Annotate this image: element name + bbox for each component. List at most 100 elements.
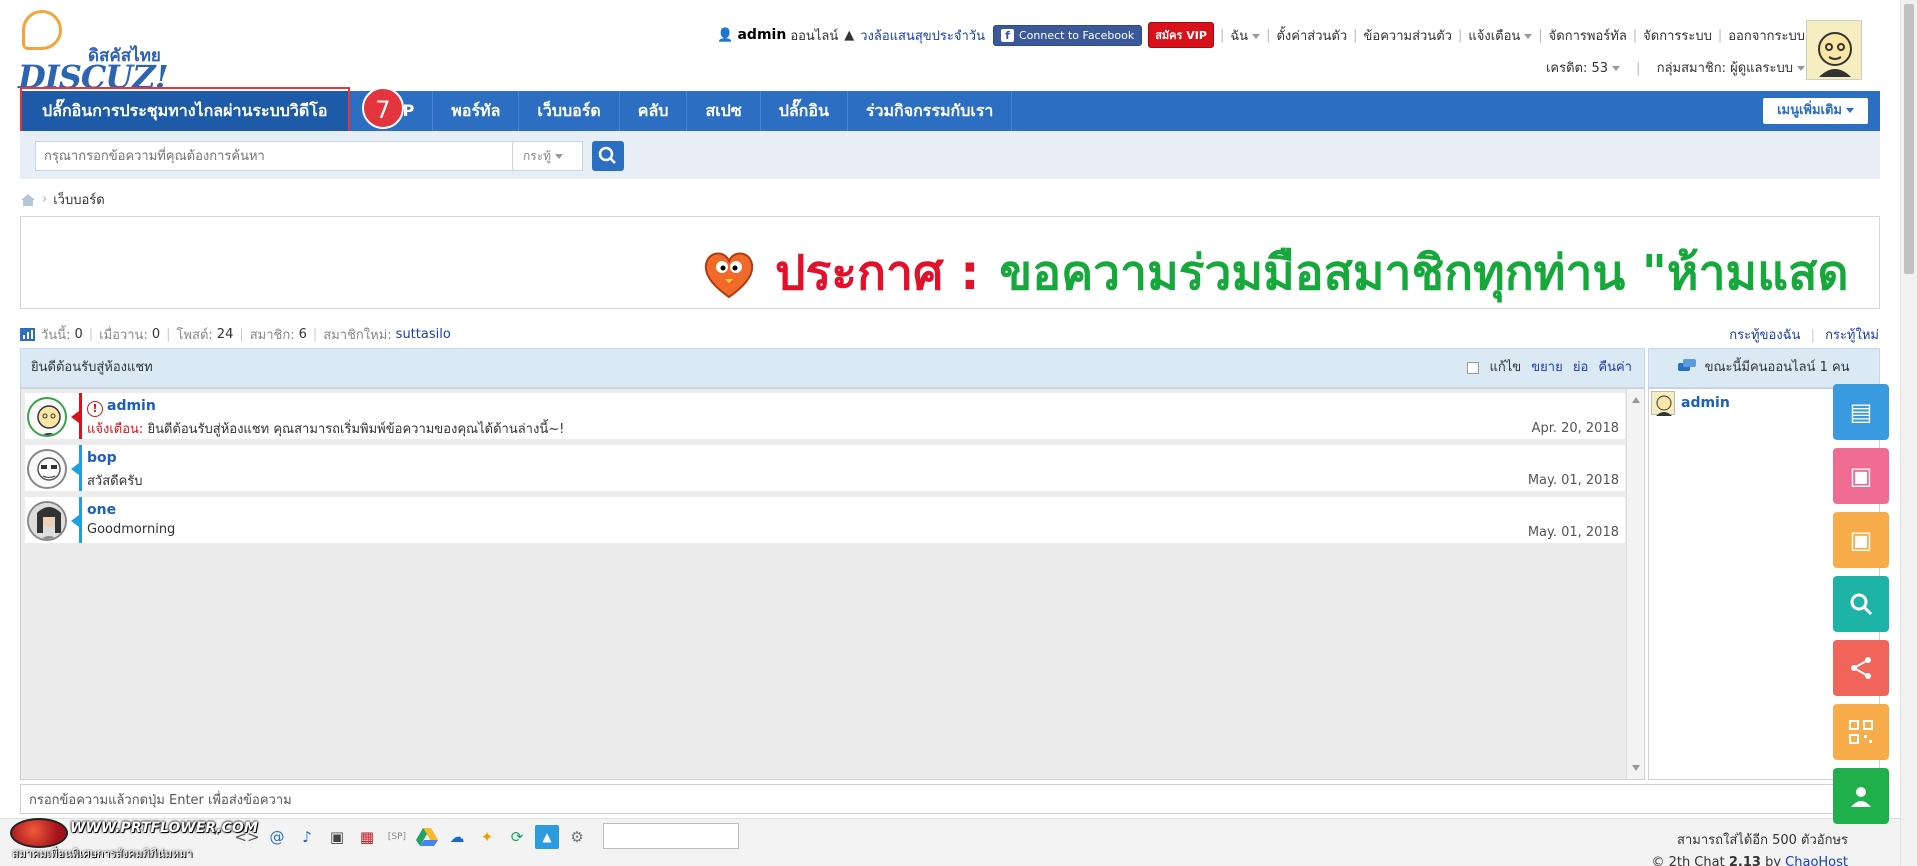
message-author[interactable]: admin: [107, 398, 156, 414]
share-button[interactable]: [1833, 640, 1889, 696]
vip-signup-button[interactable]: สมัคร VIP: [1148, 22, 1214, 48]
search-float-button[interactable]: [1833, 576, 1889, 632]
user-subbar: เครดิต: 53 | กลุ่มสมาชิก: ผู้ดูแลระบบ: [1546, 57, 1805, 78]
mention-icon[interactable]: @: [265, 825, 289, 849]
toolbar-icons: “ <> @ ♪ ▣ ▦ [SP] ☁ ✦ ⟳ ▲ ⚙: [205, 825, 589, 849]
search-icon: [598, 146, 616, 164]
refresh-icon[interactable]: ⟳: [505, 825, 529, 849]
menu-logout[interactable]: ออกจากระบบ: [1728, 25, 1805, 46]
stat-today: 0: [74, 327, 83, 342]
breadcrumb: › เว็บบอร์ด: [20, 189, 105, 210]
chat-message: one Goodmorning May. 01, 2018: [25, 497, 1625, 543]
stat-yesterday-label: เมื่อวาน:: [99, 328, 148, 343]
menu-settings[interactable]: ตั้งค่าส่วนตัว: [1276, 25, 1347, 46]
sp-icon[interactable]: [SP]: [385, 825, 409, 849]
expand-button[interactable]: ขยาย: [1531, 360, 1562, 375]
tv-button-orange[interactable]: ▣: [1833, 512, 1889, 568]
user-icon: 👤: [717, 27, 734, 43]
search-scope-select[interactable]: กระทู้: [512, 142, 582, 170]
menu-notifications[interactable]: แจ้งเตือน: [1468, 25, 1533, 46]
tv-icon: ▣: [1849, 462, 1873, 490]
onedrive-icon[interactable]: ☁: [445, 825, 469, 849]
toolbar-input[interactable]: [603, 823, 739, 849]
restore-button[interactable]: คืนค่า: [1598, 360, 1632, 375]
user-avatar[interactable]: [1806, 20, 1862, 80]
nav-item-club[interactable]: คลับ: [620, 91, 688, 131]
profile-button[interactable]: [1833, 768, 1889, 824]
map-icon[interactable]: ✦: [475, 825, 499, 849]
avatar[interactable]: [27, 501, 67, 541]
new-threads-link[interactable]: กระทู้ใหม่: [1825, 328, 1879, 343]
breadcrumb-forum[interactable]: เว็บบอร์ด: [53, 189, 104, 210]
page-scrollbar[interactable]: [1900, 0, 1917, 866]
music-icon[interactable]: ♪: [295, 825, 319, 849]
chevron-down-icon: [555, 154, 564, 159]
flash-icon[interactable]: ▦: [355, 825, 379, 849]
chevron-down-icon: [1846, 108, 1854, 113]
notes-button[interactable]: ▤: [1833, 384, 1889, 440]
gear-icon[interactable]: ⚙: [565, 825, 589, 849]
image-icon[interactable]: ▲: [535, 825, 559, 849]
tv-button-pink[interactable]: ▣: [1833, 448, 1889, 504]
edit-label: แก้ไข: [1489, 360, 1522, 375]
qr-code-icon: [1849, 720, 1873, 744]
menu-portal-admin[interactable]: จัดการพอร์ทัล: [1549, 25, 1627, 46]
menu-messages[interactable]: ข้อความส่วนตัว: [1364, 25, 1452, 46]
search-input[interactable]: [36, 142, 512, 170]
menu-me[interactable]: ฉัน: [1230, 25, 1261, 46]
chaohost-link[interactable]: ChaoHost: [1785, 855, 1848, 866]
wheel-link[interactable]: วงล้อแสนสุขประจำวัน: [860, 25, 985, 46]
message-author[interactable]: one: [87, 502, 116, 518]
online-user[interactable]: admin: [1651, 391, 1730, 416]
announcement-banner: ประกาศ : ขอความร่วมมือสมาชิกทุกท่าน "ห้า…: [20, 216, 1880, 309]
chevron-down-icon: [1252, 33, 1261, 39]
alert-prefix: แจ้งเตือน:: [87, 422, 144, 437]
nav-item-portal[interactable]: พอร์ทัล: [433, 91, 520, 131]
facebook-connect-button[interactable]: f Connect to Facebook: [992, 24, 1143, 46]
tv-icon: ▣: [1849, 526, 1873, 554]
more-menu-button[interactable]: เมนูเพิ่มเติม: [1763, 98, 1868, 124]
chat-messages[interactable]: ! admin แจ้งเตือน: ยินดีต้อนรับสู่ห้องแชท…: [20, 388, 1645, 780]
shrink-button[interactable]: ย่อ: [1573, 360, 1588, 375]
nav-item-space[interactable]: สเปซ: [687, 91, 761, 131]
my-threads-link[interactable]: กระทู้ของฉัน: [1729, 328, 1800, 343]
credit-menu[interactable]: เครดิต: 53: [1546, 61, 1621, 76]
nav-item-plugins[interactable]: ปลั๊กอิน: [761, 91, 848, 131]
edit-checkbox[interactable]: [1467, 361, 1480, 374]
scrollbar-thumb[interactable]: [1904, 4, 1914, 274]
chevron-down-icon: [1797, 66, 1805, 71]
video-icon[interactable]: ▣: [325, 825, 349, 849]
chevron-down-icon: [1524, 33, 1533, 39]
nav-item-forum[interactable]: เว็บบอร์ด: [519, 91, 620, 131]
message-author[interactable]: bop: [87, 450, 117, 466]
home-icon[interactable]: [20, 193, 36, 207]
chat-message-input[interactable]: [20, 784, 1880, 814]
invisible-icon[interactable]: ▲: [844, 28, 854, 43]
stat-yesterday: 0: [151, 327, 161, 342]
site-logo[interactable]: ดิสคัสไทย DISCUZ!: [18, 10, 169, 96]
scroll-up-icon[interactable]: [1632, 397, 1640, 403]
announcement-text: ขอความร่วมมือสมาชิกทุกท่าน "ห้ามแสด: [999, 245, 1849, 301]
google-drive-icon[interactable]: [415, 825, 439, 849]
search-icon: [1850, 593, 1873, 616]
step-badge: 7: [362, 87, 404, 129]
newest-member-link[interactable]: suttasilo: [396, 327, 451, 342]
main-nav: ปลั๊กอินการประชุมทางไกลผ่านระบบวิดีโอ สู…: [20, 91, 1880, 131]
avatar[interactable]: [27, 449, 67, 489]
nav-item-video-conference[interactable]: ปลั๊กอินการประชุมทางไกลผ่านระบบวิดีโอ: [20, 91, 351, 131]
qr-code-button[interactable]: [1833, 704, 1889, 760]
notes-icon: ▤: [1849, 398, 1873, 426]
floating-action-bar: ▤ ▣ ▣: [1833, 384, 1889, 824]
scroll-down-icon[interactable]: [1632, 765, 1640, 771]
logo-bulb-icon: [22, 10, 62, 50]
message-text: สวัสดีครับ: [87, 474, 143, 489]
thread-links: กระทู้ของฉัน | กระทู้ใหม่: [1729, 328, 1879, 343]
menu-system-admin[interactable]: จัดการระบบ: [1643, 25, 1712, 46]
facebook-icon: f: [1000, 28, 1014, 42]
username-link[interactable]: admin: [737, 27, 786, 43]
avatar[interactable]: [27, 397, 67, 437]
nav-item-join-activity[interactable]: ร่วมกิจกรรมกับเรา: [848, 91, 1013, 131]
chat-scrollbar[interactable]: [1626, 389, 1644, 779]
usergroup-menu[interactable]: กลุ่มสมาชิก: ผู้ดูแลระบบ: [1657, 61, 1805, 76]
search-button[interactable]: [592, 141, 624, 171]
